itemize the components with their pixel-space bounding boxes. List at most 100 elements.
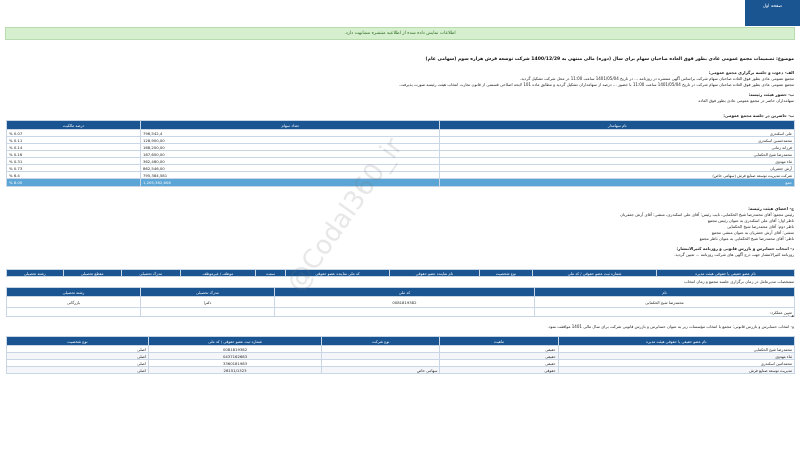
- auditor-text: روزنامه کثیرالانتشار جهت درج آگهی های شر…: [674, 252, 794, 257]
- auditor-cell: 0437162683: [147, 352, 323, 360]
- holder-name: محمدرضا شیخ الحکمایی: [439, 150, 795, 158]
- table-header-row: نام سهامدار تعداد سهام درصد مالکیت: [6, 120, 795, 130]
- auditor-col-4: نوع شخصیت: [6, 336, 149, 346]
- table-row: ثناء مهدوی حقیقی 0437162683 اصلی: [6, 352, 796, 360]
- ceo-name: محمدرضا شیخ الحکمایی: [533, 296, 796, 308]
- holder-name: فرزانه زمانی: [439, 143, 795, 151]
- auditor-cell: مدیریت توسعه صنایع فرش: [557, 366, 796, 374]
- table-row: علی اسکندری 796,542,4% 0.07: [6, 129, 795, 137]
- board-col-1: شماره ثبت عضو حقوقی / کد ملی: [532, 269, 658, 277]
- auditor-col-3: شماره ثبت عضو حقوقی / کد ملی: [147, 336, 323, 346]
- ceo-title: مشخصات مدیرعامل در زمان برگزاری جلسه مجم…: [684, 279, 794, 284]
- agenda-section: ج- اعضای هیئت رئیسه: رئیس مجمع: آقای محم…: [6, 206, 794, 258]
- auditor-cell: اصلی: [6, 345, 149, 353]
- board-col-2: نوع شخصیت: [478, 269, 534, 277]
- holder-name: محمدحسین اسکندری: [439, 136, 795, 144]
- auditor-cell: حقیقی: [439, 359, 559, 367]
- ceo-row: محمدرضا شیخ الحکمایی 0081819382 دکترا با…: [6, 296, 796, 308]
- board-col-6: موظف / غیرموظف: [179, 269, 257, 277]
- top-bar-band: [0, 0, 745, 26]
- auditor-col-0: نام عضو حقیقی یا حقوقی هیئت مدیره: [557, 336, 796, 346]
- auditor-cell: اصلی: [6, 359, 149, 367]
- top-bar: صفحه اول: [0, 0, 800, 26]
- holder-percent: % 0.73: [6, 164, 141, 172]
- col-ceo-degree: مدرک تحصیلی: [139, 287, 275, 297]
- agenda-label: ج- اعضای هیئت رئیسه:: [748, 206, 794, 211]
- auditor-cell: حقوقی: [439, 366, 559, 374]
- holder-percent: % 0.11: [6, 136, 141, 144]
- col-holder-name: نام سهامدار: [439, 120, 795, 130]
- total-percent: % 8.00: [6, 178, 141, 187]
- total-row: جمع 1,205,362,608 % 8.00: [6, 178, 795, 187]
- meeting-text-2: مجمع عمومی عادی بطور فوق العاده صاحبان س…: [399, 82, 794, 87]
- auditor-cell: حقیقی: [439, 352, 559, 360]
- col-ceo-field: رشته تحصیلی: [6, 287, 141, 297]
- auditor-cell: حقیقی: [439, 345, 559, 353]
- report-subject: موضوع: تصمیمات مجمع عمومی عادی بطور فوق …: [425, 57, 794, 62]
- holder-name: علی اسکندری: [439, 129, 795, 137]
- agenda-item-4: ناظر: آقای محمدرضا شیخ الحکمایی به عنوان…: [699, 236, 794, 241]
- col-share-count: تعداد سهام: [139, 120, 441, 130]
- table-row: محمدامین اسکندری حقیقی 3360181983 اصلی: [6, 359, 796, 367]
- auditor-cell: محمدامین اسکندری: [557, 359, 796, 367]
- meeting-label: الف- دعوت و جلسه برگزاری مجمع عمومی:: [708, 70, 794, 75]
- holder-percent: % 0.07: [6, 129, 141, 137]
- auditor-cell: [321, 352, 441, 360]
- col-ceo-id: کد ملی: [273, 287, 535, 297]
- auditor-cell: [321, 345, 441, 353]
- auditor-cell: محمدرضا شیخ الحکمایی: [557, 345, 796, 353]
- auditor-cell: 0081819382: [147, 345, 323, 353]
- holder-name: ثناء مهدوی: [439, 157, 795, 165]
- ceo-note: هـ - ...: [782, 313, 794, 318]
- holder-percent: % 0.14: [6, 143, 141, 151]
- total-shares: 1,205,362,608: [139, 178, 441, 187]
- board-col-3: نام نماینده عضو حقوقی: [389, 269, 480, 277]
- ceo-field: بازرگانی: [6, 296, 141, 308]
- total-label: جمع: [439, 178, 795, 187]
- holder-percent: % 0.16: [6, 150, 141, 158]
- auditor-cell: [321, 359, 441, 367]
- board-col-9: رشته تحصیلی: [6, 269, 64, 277]
- board-col-0: نام عضو حقیقی یا حقوقی هیئت مدیره: [656, 269, 795, 277]
- auditor-cell: 3360181983: [147, 359, 323, 367]
- holder-percent: % 6.4: [6, 171, 141, 179]
- ceo-national-id: 0081819382: [273, 296, 535, 308]
- holder-shares: 796,542,4: [139, 129, 441, 137]
- board-table: نام عضو حقیقی یا حقوقی هیئت مدیره شماره ث…: [6, 269, 795, 277]
- board-col-7: مدرک تحصیلی: [120, 269, 181, 277]
- presidium-label: ب- حضور هیئت رئیسه:: [748, 92, 794, 97]
- holder-name: شرکت مدیریت توسعه صنایع فرش (سهامی خاص): [439, 171, 795, 179]
- alert-text: اطلاعات نمایش داده شده از اطلاعیه منتشره…: [344, 31, 456, 36]
- board-col-8: مقطع تحصیلی: [62, 269, 122, 277]
- col-ownership: درصد مالکیت: [6, 120, 141, 130]
- home-tab[interactable]: صفحه اول: [745, 0, 800, 26]
- auditor-label: د- انتخاب حسابرس و بازرس قانونی و روزنام…: [676, 246, 794, 251]
- presidium-text: سهامداران حاضر در مجمع عمومی عادی بطور ف…: [698, 98, 794, 103]
- holders-title: ب- حاضرین در جلسه مجمع عمومی:: [723, 113, 794, 118]
- holder-shares: 795,384,581: [139, 171, 441, 179]
- auditor-header-row: نام عضو حقیقی یا حقوقی هیئت مدیره ماهیت نو…: [6, 336, 796, 346]
- table-row: محمدحسین اسکندری 128,900,00% 0.11: [6, 136, 795, 144]
- table-row: مدیریت توسعه صنایع فرش حقوقی سهامی خاص 2815…: [6, 366, 796, 374]
- auditor-cell: 28151/1323: [147, 366, 323, 374]
- ceo-header-row: نام کد ملی مدرک تحصیلی رشته تحصیلی: [6, 287, 796, 297]
- table-row: آرش جعفریان 862,546,00% 0.73: [6, 164, 795, 172]
- table-row: محمدرضا شیخ الحکمایی حقیقی 0081819382 اصلی: [6, 345, 796, 353]
- table-row: شرکت مدیریت توسعه صنایع فرش (سهامی خاص) 7…: [6, 171, 795, 179]
- auditor-cell: اصلی: [6, 352, 149, 360]
- auditor-col-2: نوع شرکت: [321, 336, 441, 346]
- info-alert: اطلاعات نمایش داده شده از اطلاعیه منتشره…: [5, 27, 795, 40]
- board-col-5: سمت: [255, 269, 286, 277]
- auditor-col-1: ماهیت: [439, 336, 559, 346]
- holder-percent: % 0.31: [6, 157, 141, 165]
- board-header-row: نام عضو حقیقی یا حقوقی هیئت مدیره شماره ث…: [6, 269, 795, 277]
- auditor-title: و- انتخاب حسابرس و بازرس قانونی: مجمع با…: [547, 324, 794, 329]
- auditor-cell: سهامی خاص: [321, 366, 441, 374]
- meeting-section: الف- دعوت و جلسه برگزاری مجمع عمومی: مجم…: [6, 70, 794, 104]
- ceo-degree: دکترا: [139, 296, 275, 308]
- holder-name: آرش جعفریان: [439, 164, 795, 172]
- auditor-cell: ثناء مهدوی: [557, 352, 796, 360]
- auditor-table: نام عضو حقیقی یا حقوقی هیئت مدیره ماهیت نو…: [6, 336, 796, 374]
- auditor-cell: اصلی: [6, 366, 149, 374]
- col-ceo-name: نام: [533, 287, 796, 297]
